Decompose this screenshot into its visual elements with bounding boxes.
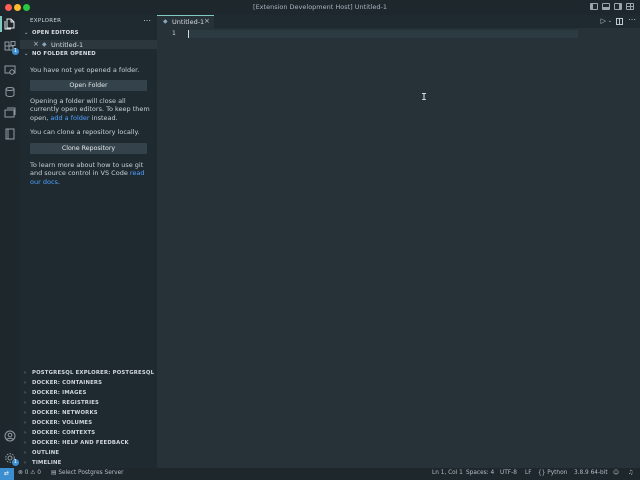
- panel-docker-containers[interactable]: › DOCKER: CONTAINERS: [24, 380, 102, 386]
- layout-controls: [590, 3, 634, 10]
- split-editor-icon[interactable]: [616, 18, 623, 25]
- panel-docker-contexts[interactable]: › DOCKER: CONTEXTS: [24, 430, 95, 436]
- open-editor-item[interactable]: × ◆ Untitled-1: [20, 40, 157, 49]
- run-play-icon[interactable]: ▷: [601, 17, 606, 25]
- more-actions-icon[interactable]: ⋯: [628, 15, 636, 24]
- chevron-right-icon: ›: [24, 430, 27, 436]
- chevron-right-icon: ›: [24, 390, 27, 396]
- chevron-down-icon[interactable]: ⌄: [608, 18, 612, 24]
- activity-bar: 1 1: [0, 15, 20, 468]
- notifications-bell-icon[interactable]: ♫: [628, 470, 633, 476]
- indentation[interactable]: Spaces: 4: [466, 470, 494, 476]
- open-editor-label: Untitled-1: [51, 41, 84, 49]
- open-folder-button[interactable]: Open Folder: [30, 80, 147, 91]
- toggle-secondary-sidebar-icon[interactable]: [614, 3, 622, 10]
- mouse-ibeam-cursor-icon: I: [421, 92, 428, 103]
- toggle-panel-icon[interactable]: [602, 3, 610, 10]
- clone-hint: You can clone a repository locally.: [30, 128, 140, 136]
- chevron-down-icon: ⌄: [24, 30, 29, 36]
- settings-badge: 1: [12, 459, 19, 466]
- toggle-primary-sidebar-icon[interactable]: [590, 3, 598, 10]
- chevron-right-icon: ›: [24, 450, 27, 456]
- remote-explorer-icon[interactable]: [4, 64, 16, 76]
- extensions-icon[interactable]: 1: [4, 41, 19, 55]
- database-icon: ▤: [51, 470, 57, 476]
- chevron-right-icon: ›: [24, 410, 27, 416]
- close-icon[interactable]: ×: [204, 17, 210, 25]
- editor-tab-bar: ◆ Untitled-1 × ▷ ⌄ ⋯: [157, 15, 640, 28]
- file-diamond-icon: ◆: [163, 18, 168, 25]
- explorer-more-actions-icon[interactable]: ⋯: [143, 16, 151, 25]
- panel-outline[interactable]: › OUTLINE: [24, 450, 59, 456]
- title-bar: [Extension Development Host] Untitled-1: [0, 0, 640, 16]
- current-line-highlight: [188, 30, 578, 38]
- python-interpreter[interactable]: 3.8.9 64-bit: [574, 470, 608, 476]
- explorer-header: EXPLORER: [30, 18, 62, 24]
- remote-icon: ⇄: [4, 470, 10, 477]
- feedback-icon[interactable]: ☺: [613, 470, 619, 476]
- postgres-server-selector[interactable]: ▤ Select Postgres Server: [51, 470, 124, 476]
- customize-layout-icon[interactable]: [626, 3, 634, 10]
- open-editors-section[interactable]: ⌄ OPEN EDITORS: [24, 30, 79, 36]
- chevron-right-icon: ›: [24, 380, 27, 386]
- database-icon[interactable]: [4, 86, 16, 98]
- text-cursor: [188, 30, 189, 38]
- explorer-badge: 1: [12, 48, 19, 55]
- chevron-right-icon: ›: [24, 460, 27, 466]
- add-folder-link[interactable]: add a folder: [50, 114, 89, 122]
- open-folder-hint: Opening a folder will close all currentl…: [30, 97, 150, 122]
- notebook-icon[interactable]: [4, 128, 16, 140]
- clone-repository-button[interactable]: Clone Repository: [30, 143, 147, 154]
- file-diamond-icon: ◆: [42, 41, 47, 48]
- warning-icon: ⚠: [30, 470, 36, 476]
- close-icon[interactable]: ×: [33, 40, 39, 48]
- tab-label: Untitled-1: [172, 18, 205, 26]
- error-icon: ⊗: [18, 470, 23, 476]
- panel-docker-networks[interactable]: › DOCKER: NETWORKS: [24, 410, 98, 416]
- no-folder-section[interactable]: ⌄ NO FOLDER OPENED: [24, 51, 96, 57]
- chevron-right-icon: ›: [24, 440, 27, 446]
- line-number: 1: [172, 30, 176, 37]
- remote-indicator[interactable]: ⇄: [0, 468, 14, 480]
- git-docs-hint: To learn more about how to use git and s…: [30, 161, 145, 186]
- settings-gear-icon[interactable]: 1: [4, 452, 19, 466]
- chevron-right-icon: ›: [24, 420, 27, 426]
- language-mode[interactable]: {} Python: [538, 470, 567, 476]
- docker-icon[interactable]: [4, 107, 16, 119]
- problems-indicator[interactable]: ⊗ 0 ⚠ 0: [18, 470, 41, 476]
- chevron-right-icon: ›: [24, 370, 27, 376]
- panel-docker-images[interactable]: › DOCKER: IMAGES: [24, 390, 86, 396]
- editor-area[interactable]: 1 I: [157, 28, 640, 468]
- tab-untitled-1[interactable]: ◆ Untitled-1 ×: [157, 15, 214, 28]
- chevron-down-icon: ⌄: [24, 51, 29, 57]
- cursor-position[interactable]: Ln 1, Col 1: [432, 470, 463, 476]
- panel-docker-registries[interactable]: › DOCKER: REGISTRIES: [24, 400, 99, 406]
- explorer-icon[interactable]: [0, 16, 16, 32]
- braces-icon: {}: [538, 470, 546, 476]
- window-title: [Extension Development Host] Untitled-1: [253, 3, 387, 11]
- end-of-line[interactable]: LF: [525, 470, 532, 476]
- status-bar: ⇄ ⊗ 0 ⚠ 0 ▤ Select Postgres Server Ln 1,…: [0, 468, 640, 480]
- panel-docker-help[interactable]: › DOCKER: HELP AND FEEDBACK: [24, 440, 129, 446]
- panel-timeline[interactable]: › TIMELINE: [24, 460, 61, 466]
- chevron-right-icon: ›: [24, 400, 27, 406]
- encoding[interactable]: UTF-8: [500, 470, 517, 476]
- panel-docker-volumes[interactable]: › DOCKER: VOLUMES: [24, 420, 92, 426]
- account-icon[interactable]: [4, 430, 16, 442]
- no-folder-message: You have not yet opened a folder.: [30, 66, 140, 74]
- explorer-sidebar: EXPLORER ⋯ ⌄ OPEN EDITORS × ◆ Untitled-1 …: [20, 15, 157, 468]
- panel-postgresql-explorer[interactable]: › POSTGRESQL EXPLORER: POSTGRESQL: [24, 370, 154, 376]
